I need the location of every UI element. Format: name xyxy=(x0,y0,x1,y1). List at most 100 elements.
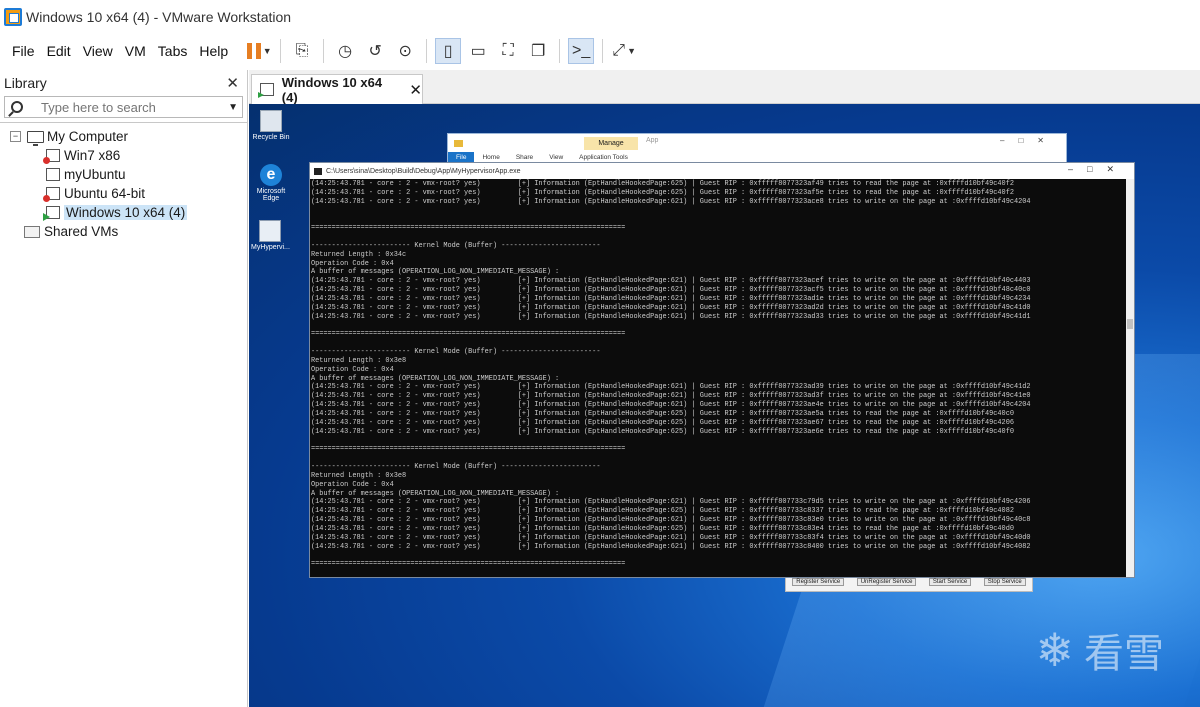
window-title: Windows 10 x64 (4) - VMware Workstation xyxy=(26,9,292,25)
desktop-icon-myhypervisor[interactable]: MyHypervi... xyxy=(251,220,290,251)
recycle-bin-icon xyxy=(260,110,282,132)
stretch-icon: ⤢ xyxy=(612,42,626,59)
console-line: (14:25:43.781 - core : 2 - vmx-root? yes… xyxy=(311,516,1031,525)
close-icon[interactable]: ✕ xyxy=(226,74,239,92)
tree-item-label: Ubuntu 64-bit xyxy=(64,186,146,201)
menu-bar: File Edit View VM Tabs Help ▼ ⎘ ◷ ↺ ⊙ ▯ … xyxy=(0,34,1200,68)
console-view-button[interactable]: >_ xyxy=(568,38,595,64)
chevron-down-icon: ▼ xyxy=(262,46,272,56)
search-input[interactable] xyxy=(41,99,229,115)
console-line: (14:25:43.781 - core : 2 - vmx-root? yes… xyxy=(311,188,1014,197)
snapshot-manager-button[interactable]: ⊙ xyxy=(392,38,418,64)
stretch-guest-button[interactable]: ⤢ ▼ xyxy=(611,38,637,64)
console-line: Operation Code : 0x4 xyxy=(311,259,394,268)
menu-view[interactable]: View xyxy=(77,43,119,59)
desktop-icon-recycle-bin[interactable]: Recycle Bin xyxy=(252,110,290,141)
library-header: Library ✕ xyxy=(0,70,247,96)
tab-windows10[interactable]: Windows 10 x64 (4) ✕ xyxy=(251,74,423,105)
stop-service-button[interactable]: Stop Service xyxy=(983,578,1026,586)
console-line: Returned Length : 0x3e8 xyxy=(311,356,407,365)
vm-icon xyxy=(46,168,60,181)
folder-icon xyxy=(454,139,463,147)
start-service-button[interactable]: Start Service xyxy=(928,578,972,586)
console-line: ------------------------ Kernel Mode (Bu… xyxy=(311,241,601,250)
tree-item-shared-vms[interactable]: Shared VMs xyxy=(0,222,247,241)
pause-icon xyxy=(246,43,261,59)
vm-running-icon xyxy=(258,83,274,98)
console-line: (14:25:43.781 - core : 2 - vmx-root? yes… xyxy=(311,401,1031,410)
window-controls[interactable]: –□✕ xyxy=(1000,136,1058,145)
chevron-down-icon[interactable]: ▼ xyxy=(228,102,238,113)
title-bar: Windows 10 x64 (4) - VMware Workstation xyxy=(0,0,1200,34)
ribbon-manage-tab[interactable]: Manage xyxy=(584,137,638,150)
console-line: ------------------------ Kernel Mode (Bu… xyxy=(311,348,601,357)
library-title: Library xyxy=(4,75,47,91)
toolbar-separator xyxy=(426,39,428,63)
explorer-titlebar xyxy=(448,134,1066,152)
tab-label: Windows 10 x64 (4) xyxy=(281,74,383,105)
library-search: ▼ xyxy=(4,96,243,118)
console-line: (14:25:43.781 - core : 2 - vmx-root? yes… xyxy=(311,498,1031,507)
console-titlebar: C:\Users\sina\Desktop\Build\Debug\App\My… xyxy=(310,163,1134,179)
menu-help[interactable]: Help xyxy=(193,43,234,59)
tree-item-ubuntu-64[interactable]: Ubuntu 64-bit xyxy=(0,184,247,203)
vm-error-icon xyxy=(43,149,60,164)
snapshot-manager-icon: ⊙ xyxy=(398,43,412,60)
watermark-text: 看雪 xyxy=(1084,631,1164,677)
collapse-icon[interactable]: − xyxy=(10,131,21,142)
take-snapshot-button[interactable]: ◷ xyxy=(332,38,358,64)
desktop-icon-label: MyHypervi... xyxy=(251,244,290,251)
toolbar-separator xyxy=(280,39,282,63)
revert-snapshot-button[interactable]: ↺ xyxy=(362,38,388,64)
close-icon[interactable]: ✕ xyxy=(409,81,422,99)
pause-button[interactable]: ▼ xyxy=(246,38,272,64)
console-line: Returned Length : 0x34c xyxy=(311,250,407,259)
console-line: (14:25:43.781 - core : 2 - vmx-root? yes… xyxy=(311,409,1014,418)
unregister-service-button[interactable]: UnRegister Service xyxy=(856,578,917,586)
full-screen-button[interactable]: ⛶ xyxy=(495,38,521,64)
tree-item-win7[interactable]: Win7 x86 xyxy=(0,146,247,165)
window-controls[interactable]: –□✕ xyxy=(1068,164,1128,175)
console-title: C:\Users\sina\Desktop\Build\Debug\App\My… xyxy=(326,167,521,175)
console-line: ========================================… xyxy=(311,445,626,454)
guest-desktop[interactable]: Recycle Bin e Microsoft Edge MyHypervi..… xyxy=(249,104,1200,707)
console-line: (14:25:43.781 - core : 2 - vmx-root? yes… xyxy=(311,180,1014,188)
tree-item-label: My Computer xyxy=(47,129,129,144)
tree-item-label: Windows 10 x64 (4) xyxy=(64,205,188,220)
console-line: (14:25:43.781 - core : 2 - vmx-root? yes… xyxy=(311,312,1031,321)
console-line: (14:25:43.781 - core : 2 - vmx-root? yes… xyxy=(311,507,1014,516)
console-scrollbar[interactable] xyxy=(1126,179,1134,577)
menu-vm[interactable]: VM xyxy=(119,43,152,59)
show-library-button[interactable]: ▯ xyxy=(435,38,462,64)
menu-tabs[interactable]: Tabs xyxy=(152,43,194,59)
library-tree: − My Computer Win7 x86 myUbuntu Ubuntu 6… xyxy=(0,122,247,241)
desktop-icon-label: Recycle Bin xyxy=(252,134,290,141)
console-line: Returned Length : 0x3e8 xyxy=(311,471,407,480)
computer-icon xyxy=(27,130,44,146)
tree-item-my-computer[interactable]: − My Computer xyxy=(0,127,247,146)
console-line: ------------------------ Kernel Mode (Bu… xyxy=(311,463,601,471)
scrollbar-thumb[interactable] xyxy=(1127,319,1133,329)
console-line: (14:25:43.781 - core : 2 - vmx-root? yes… xyxy=(311,427,1014,436)
desktop-icon-edge[interactable]: e Microsoft Edge xyxy=(252,164,290,202)
console-line: (14:25:43.781 - core : 2 - vmx-root? yes… xyxy=(311,542,1031,551)
tree-item-myubuntu[interactable]: myUbuntu xyxy=(0,165,247,184)
console-output: (14:25:43.781 - core : 2 - vmx-root? yes… xyxy=(310,179,1126,577)
menu-edit[interactable]: Edit xyxy=(41,43,77,59)
console-line: (14:25:43.781 - core : 2 - vmx-root? yes… xyxy=(311,533,1031,542)
console-window[interactable]: C:\Users\sina\Desktop\Build\Debug\App\My… xyxy=(309,162,1135,578)
tree-item-windows10[interactable]: Windows 10 x64 (4) xyxy=(0,203,247,222)
thumbnail-bar-button[interactable]: ▭ xyxy=(465,38,491,64)
vmware-app-icon xyxy=(4,8,22,26)
send-ctrl-alt-del-button[interactable]: ⎘ xyxy=(289,38,315,64)
console-line: (14:25:43.781 - core : 2 - vmx-root? yes… xyxy=(311,294,1031,303)
unity-button[interactable]: ❐ xyxy=(525,38,551,64)
menu-file[interactable]: File xyxy=(6,43,41,59)
shared-vms-icon xyxy=(24,225,40,238)
register-service-button[interactable]: Register Service xyxy=(792,578,845,586)
